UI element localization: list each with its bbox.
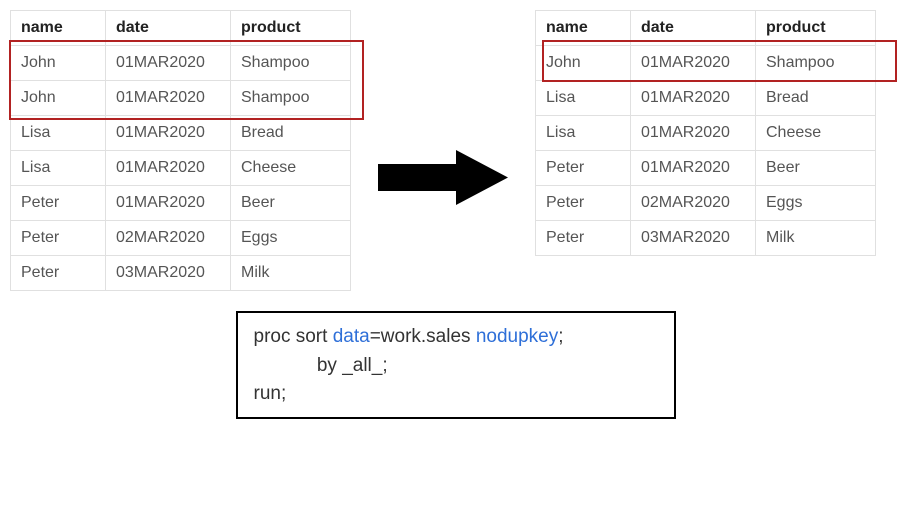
- table-row: Peter02MAR2020Eggs: [536, 186, 876, 221]
- table-row: John01MAR2020Shampoo: [11, 46, 351, 81]
- header-name: name: [536, 11, 631, 46]
- cell-name: Peter: [11, 256, 106, 291]
- table-row: John01MAR2020Shampoo: [536, 46, 876, 81]
- table-header-row: name date product: [11, 11, 351, 46]
- cell-date: 01MAR2020: [631, 116, 756, 151]
- cell-product: Cheese: [756, 116, 876, 151]
- header-date: date: [106, 11, 231, 46]
- cell-name: Peter: [536, 221, 631, 256]
- table-row: Lisa01MAR2020Cheese: [11, 151, 351, 186]
- cell-date: 01MAR2020: [631, 81, 756, 116]
- header-product: product: [756, 11, 876, 46]
- cell-product: Beer: [756, 151, 876, 186]
- table-row: Lisa01MAR2020Cheese: [536, 116, 876, 151]
- cell-product: Eggs: [231, 221, 351, 256]
- table-row: Peter01MAR2020Beer: [536, 151, 876, 186]
- table-row: Lisa01MAR2020Bread: [536, 81, 876, 116]
- code-line: proc sort data=work.sales nodupkey;: [254, 323, 658, 352]
- cell-product: Beer: [231, 186, 351, 221]
- table-row: Peter02MAR2020Eggs: [11, 221, 351, 256]
- cell-name: John: [536, 46, 631, 81]
- cell-product: Milk: [231, 256, 351, 291]
- cell-product: Milk: [756, 221, 876, 256]
- cell-product: Cheese: [231, 151, 351, 186]
- table-row: Peter03MAR2020Milk: [11, 256, 351, 291]
- cell-name: Peter: [11, 186, 106, 221]
- cell-product: Shampoo: [231, 46, 351, 81]
- cell-product: Eggs: [756, 186, 876, 221]
- cell-date: 03MAR2020: [106, 256, 231, 291]
- cell-product: Bread: [231, 116, 351, 151]
- header-name: name: [11, 11, 106, 46]
- cell-date: 02MAR2020: [106, 221, 231, 256]
- cell-date: 01MAR2020: [106, 186, 231, 221]
- cell-name: Lisa: [536, 81, 631, 116]
- cell-name: Peter: [536, 151, 631, 186]
- cell-product: Bread: [756, 81, 876, 116]
- cell-date: 01MAR2020: [106, 46, 231, 81]
- cell-product: Shampoo: [231, 81, 351, 116]
- arrow-icon: [373, 150, 513, 205]
- output-table: name date product John01MAR2020Shampoo L…: [535, 10, 876, 256]
- cell-name: Peter: [536, 186, 631, 221]
- table-row: Peter01MAR2020Beer: [11, 186, 351, 221]
- table-row: Peter03MAR2020Milk: [536, 221, 876, 256]
- cell-name: John: [11, 81, 106, 116]
- code-block: proc sort data=work.sales nodupkey; by _…: [236, 311, 676, 419]
- table-row: Lisa01MAR2020Bread: [11, 116, 351, 151]
- header-date: date: [631, 11, 756, 46]
- cell-name: Lisa: [11, 151, 106, 186]
- code-line: run;: [254, 380, 658, 409]
- cell-date: 01MAR2020: [106, 116, 231, 151]
- cell-date: 01MAR2020: [631, 46, 756, 81]
- cell-date: 03MAR2020: [631, 221, 756, 256]
- code-line: by _all_;: [254, 352, 658, 381]
- cell-date: 02MAR2020: [631, 186, 756, 221]
- table-header-row: name date product: [536, 11, 876, 46]
- cell-date: 01MAR2020: [106, 151, 231, 186]
- input-table: name date product John01MAR2020Shampoo J…: [10, 10, 351, 291]
- cell-date: 01MAR2020: [631, 151, 756, 186]
- cell-name: Lisa: [11, 116, 106, 151]
- header-product: product: [231, 11, 351, 46]
- cell-name: Peter: [11, 221, 106, 256]
- cell-date: 01MAR2020: [106, 81, 231, 116]
- cell-name: John: [11, 46, 106, 81]
- cell-product: Shampoo: [756, 46, 876, 81]
- cell-name: Lisa: [536, 116, 631, 151]
- table-row: John01MAR2020Shampoo: [11, 81, 351, 116]
